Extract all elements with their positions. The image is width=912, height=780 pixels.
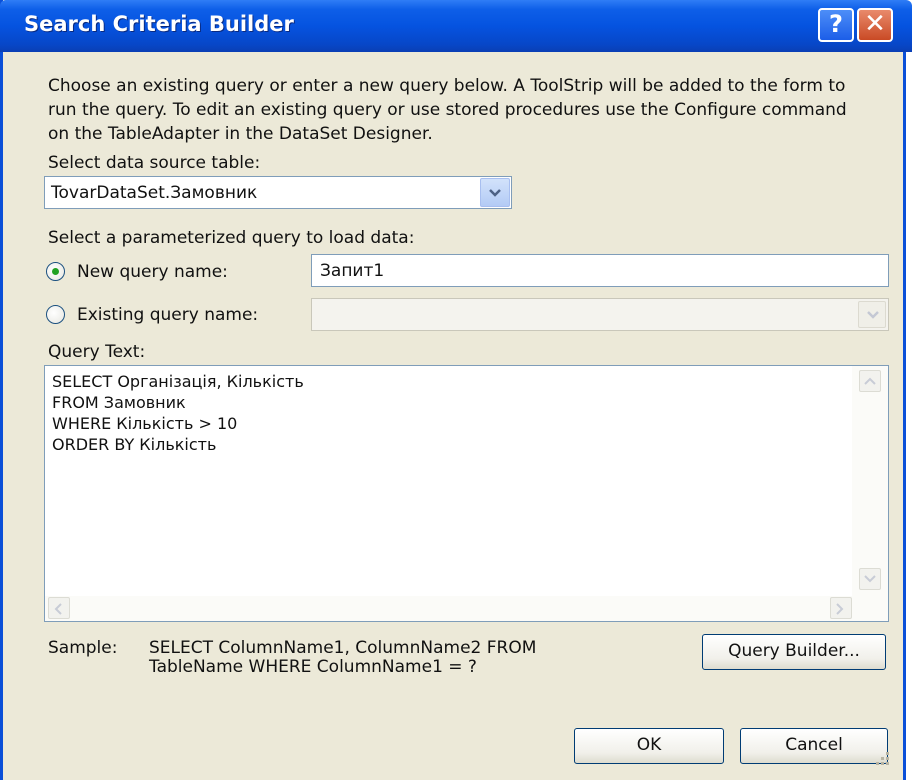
help-button[interactable]: ? [818, 8, 854, 42]
query-line: WHERE Кількість > 10 [52, 414, 238, 433]
chevron-right-icon [836, 603, 844, 615]
existing-query-radio[interactable] [46, 305, 65, 324]
datasource-label: Select data source table: [48, 153, 261, 173]
existing-query-label: Existing query name: [77, 305, 259, 325]
query-builder-button[interactable]: Query Builder... [702, 634, 886, 670]
query-line: ORDER BY Кількість [52, 435, 217, 454]
scroll-up-button[interactable] [859, 370, 881, 392]
chevron-down-icon [867, 311, 879, 319]
sample-text-line2: TableName WHERE ColumnName1 = ? [149, 657, 477, 677]
close-icon: ✕ [864, 9, 886, 39]
chevron-down-icon [864, 575, 876, 583]
chevron-up-icon [864, 377, 876, 385]
sample-label: Sample: [48, 638, 118, 658]
horizontal-scrollbar[interactable] [45, 596, 888, 621]
scroll-down-button[interactable] [859, 568, 881, 590]
ok-button[interactable]: OK [574, 728, 724, 764]
query-text-label: Query Text: [48, 342, 146, 362]
new-query-radio[interactable] [46, 262, 65, 281]
scroll-right-button[interactable] [830, 597, 852, 619]
existing-query-combobox [311, 298, 889, 331]
query-text-area[interactable]: SELECT Організація, Кількість FROM Замов… [44, 365, 889, 622]
scroll-left-button[interactable] [48, 597, 70, 619]
chevron-left-icon [54, 603, 62, 615]
existing-query-dropdown-button [858, 301, 886, 328]
vertical-scrollbar[interactable] [852, 366, 888, 596]
new-query-name-value: Запит1 [320, 261, 385, 281]
datasource-combobox[interactable]: TovarDataSet.Замовник [44, 176, 512, 209]
query-select-label: Select a parameterized query to load dat… [48, 228, 415, 248]
title-bar[interactable]: Search Criteria Builder ? ✕ [0, 0, 912, 52]
cancel-button[interactable]: Cancel [740, 728, 888, 764]
radio-selected-dot [52, 268, 59, 275]
query-line: SELECT Організація, Кількість [52, 372, 304, 391]
help-icon: ? [829, 10, 843, 38]
chevron-down-icon [489, 189, 501, 197]
resize-grip-icon[interactable] [870, 748, 892, 770]
query-line: FROM Замовник [52, 393, 186, 412]
close-button[interactable]: ✕ [857, 8, 893, 42]
new-query-name-input[interactable]: Запит1 [311, 254, 889, 287]
datasource-value: TovarDataSet.Замовник [51, 183, 258, 203]
window-title: Search Criteria Builder [24, 12, 294, 36]
datasource-dropdown-button[interactable] [480, 178, 510, 207]
description-text: Choose an existing query or enter a new … [48, 76, 847, 144]
sample-text-line1: SELECT ColumnName1, ColumnName2 FROM [149, 638, 537, 658]
new-query-label: New query name: [77, 262, 228, 282]
